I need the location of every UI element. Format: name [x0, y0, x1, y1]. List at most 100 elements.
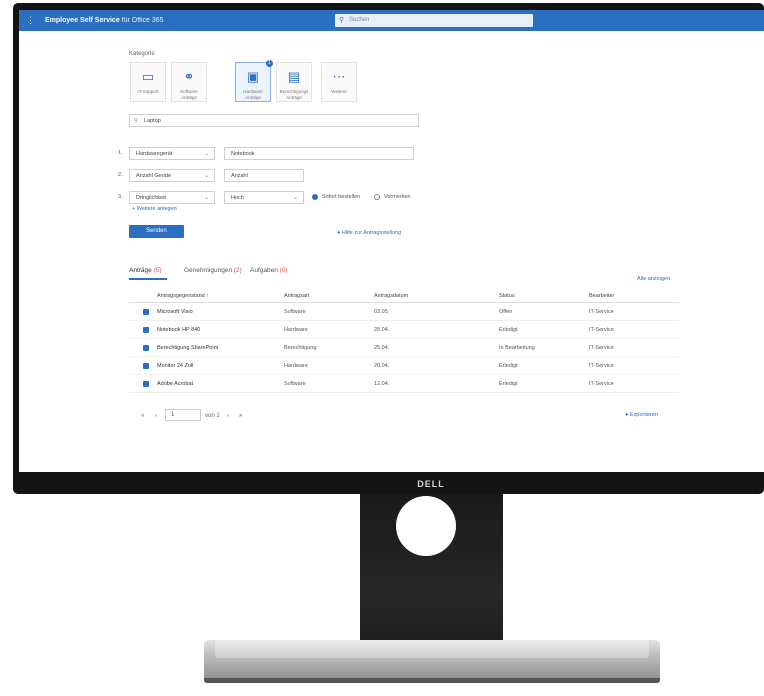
request-search-value: Laptop — [144, 118, 161, 124]
search-placeholder: Suchen — [349, 17, 370, 23]
document-icon — [143, 363, 149, 369]
column-header[interactable]: Status — [499, 292, 515, 300]
page-count: von 1 — [205, 413, 220, 419]
active-tab-indicator — [129, 278, 167, 280]
category-tile-label: Hardware Anträge — [243, 89, 263, 100]
step-value-field[interactable]: Notebook — [224, 147, 414, 160]
table-cell: Erledigt — [499, 363, 518, 369]
table-cell: 20.04. — [374, 363, 390, 369]
table-cell: IT-Service — [589, 381, 614, 387]
category-tile-label: Berechtigungs Anträge — [279, 89, 309, 100]
table-cell: IT-Service — [589, 363, 614, 369]
chevron-down-icon: ⌄ — [292, 195, 298, 201]
column-header[interactable]: Antragsgegenstand ↑ — [157, 292, 209, 300]
document-icon — [143, 309, 149, 315]
table-cell[interactable]: Notebook HP 840 — [157, 326, 200, 334]
table-cell: In Bearbeitung — [499, 345, 535, 351]
search-field-icon: ⚲ — [134, 118, 139, 124]
radio-reserve[interactable] — [374, 194, 380, 200]
folder-icon: ▤ — [287, 69, 301, 84]
step-select[interactable]: Hardwaregerät ⌄ — [129, 147, 215, 160]
category-tile-label: Weitere — [331, 89, 347, 94]
table-cell: 25.04. — [374, 345, 390, 351]
document-icon — [143, 327, 149, 333]
step-select[interactable]: Dringlichkeit ⌄ — [129, 191, 215, 204]
app-title-text: Employee Self Service — [45, 17, 120, 24]
top-bar: ⋮ Employee Self Service für Office 365 ⚲… — [19, 10, 764, 31]
document-icon — [143, 345, 149, 351]
search-icon: ⚲ — [339, 17, 345, 24]
tab-count: (5) — [153, 267, 162, 274]
table-cell: Offen — [499, 309, 513, 315]
category-tile-label: Software Anträge — [180, 89, 198, 100]
table-cell: IT-Service — [589, 345, 614, 351]
step-select-value: Dringlichkeit — [136, 195, 166, 201]
table-cell: 03.05. — [374, 309, 390, 315]
table-cell: Hardware — [284, 327, 308, 333]
step-value: Hoch — [231, 195, 244, 201]
step-select-value: Hardwaregerät — [136, 151, 173, 157]
row-divider — [129, 320, 679, 321]
document-icon — [143, 381, 149, 387]
category-tile[interactable]: ▭ IT-Support — [130, 62, 166, 102]
tab-label: Anträge — [129, 267, 152, 274]
submit-button-label: Senden — [146, 228, 167, 234]
help-link[interactable]: ● Hilfe zur Antragsstellung — [337, 229, 401, 237]
last-page-button[interactable]: » — [239, 412, 242, 420]
category-label: Kategorie — [129, 51, 155, 57]
tab-label: Aufgaben — [250, 267, 278, 274]
column-header[interactable]: Antragsart — [284, 292, 309, 300]
more-icon: ⋯ — [332, 69, 346, 84]
tab-tasks[interactable]: Aufgaben (0) — [250, 266, 288, 275]
radio-order-now[interactable] — [312, 194, 318, 200]
export-link[interactable]: ● Exportieren — [625, 411, 658, 419]
row-divider — [129, 392, 679, 393]
request-search-field[interactable]: Laptop ⚲ — [129, 114, 419, 127]
tab-requests[interactable]: Anträge (5) — [129, 266, 162, 275]
table-cell[interactable]: Berechtigung SharePoint — [157, 344, 218, 352]
category-tile[interactable]: ⋯ Weitere — [321, 62, 357, 102]
table-cell: Berechtigung — [284, 345, 317, 351]
column-header[interactable]: Antragsdatum — [374, 292, 408, 300]
table-cell: Erledigt — [499, 327, 518, 333]
step-value-field[interactable]: Anzahl — [224, 169, 304, 182]
step-number: 1. — [118, 150, 123, 156]
row-divider — [129, 338, 679, 339]
brand-logo: DELL — [417, 479, 445, 489]
step-select[interactable]: Anzahl Geräte ⌄ — [129, 169, 215, 182]
tab-count: (2) — [233, 267, 242, 274]
table-cell[interactable]: Adobe Acrobat — [157, 380, 193, 388]
column-header[interactable]: Bearbeiter — [589, 292, 614, 300]
prev-page-button[interactable]: ‹ — [155, 412, 157, 420]
category-tile[interactable]: ⚭ Software Anträge — [171, 62, 207, 102]
cable-hole — [396, 496, 456, 556]
help-link-label: Hilfe zur Antragsstellung — [341, 230, 402, 236]
table-header-divider — [129, 302, 679, 303]
step-value-field[interactable]: Hoch ⌄ — [224, 191, 304, 204]
submit-button[interactable]: Senden — [129, 225, 184, 238]
app-title: Employee Self Service für Office 365 — [45, 16, 164, 25]
step-value: Anzahl — [231, 173, 248, 179]
app-launcher-icon[interactable]: ⋮ — [26, 16, 35, 25]
first-page-button[interactable]: « — [141, 412, 144, 420]
next-page-button[interactable]: › — [227, 412, 229, 420]
export-label: Exportieren — [629, 412, 658, 418]
page-number-input[interactable]: 1 — [165, 409, 201, 421]
tab-approvals[interactable]: Genehmigungen (2) — [184, 266, 242, 275]
row-divider — [129, 374, 679, 375]
table-cell: Hardware — [284, 363, 308, 369]
show-all-link[interactable]: Alle anzeigen — [637, 275, 670, 283]
search-input[interactable]: ⚲ Suchen — [335, 14, 533, 27]
category-tile[interactable]: ▣ Hardware Anträge 1 — [235, 60, 273, 102]
monitor-stand-base-top — [215, 640, 649, 658]
table-cell: 28.04. — [374, 327, 390, 333]
category-tile[interactable]: ▤ Berechtigungs Anträge — [276, 62, 312, 102]
chevron-down-icon: ⌄ — [203, 195, 209, 201]
page-number-value: 1 — [171, 412, 175, 418]
step-number: 2. — [118, 172, 123, 178]
add-more-link[interactable]: + Weitere anlegen — [132, 205, 177, 213]
tab-label: Genehmigungen — [184, 267, 233, 274]
table-cell[interactable]: Microsoft Visio — [157, 308, 193, 316]
table-cell[interactable]: Monitor 24 Zoll — [157, 362, 193, 370]
chevron-down-icon: ⌄ — [203, 151, 209, 157]
